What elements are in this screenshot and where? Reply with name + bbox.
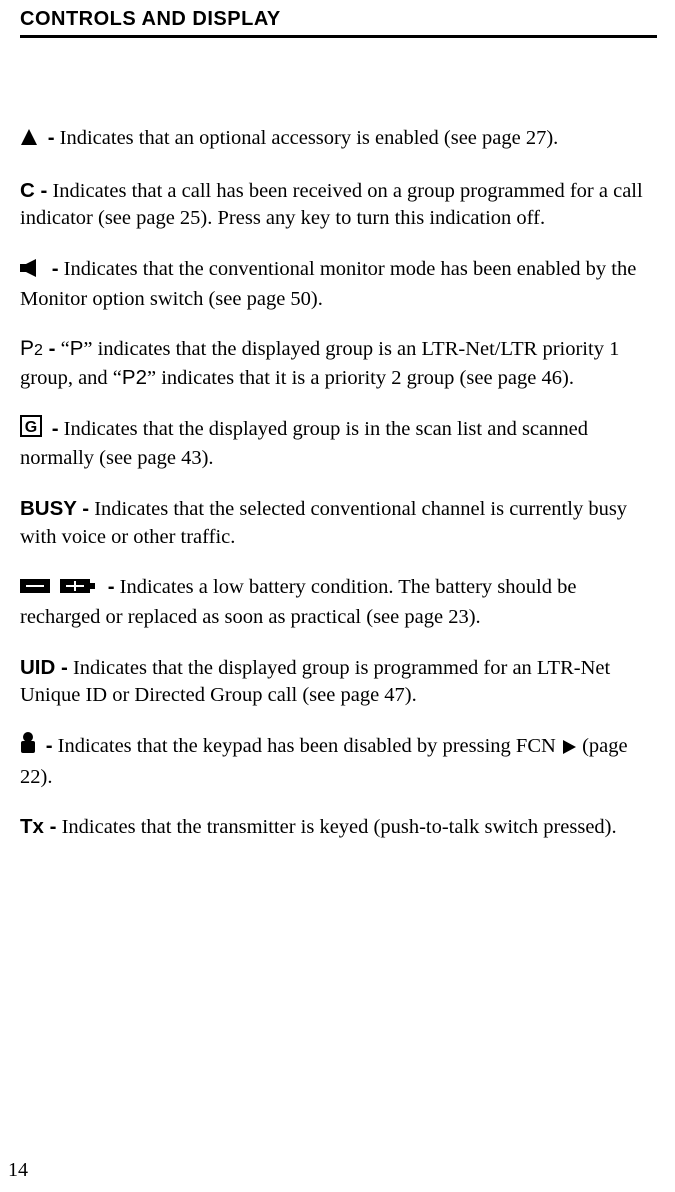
item-accessory: - Indicates that an optional accessory i…: [20, 124, 657, 155]
dash: -: [42, 126, 55, 149]
item-uid: UID - Indicates that the displayed group…: [20, 654, 657, 710]
content: - Indicates that an optional accessory i…: [20, 124, 657, 842]
p-inline-1: P: [70, 337, 84, 360]
c-lead: C -: [20, 179, 47, 202]
tx-lead: Tx -: [20, 815, 56, 838]
item-g: G - Indicates that the displayed group i…: [20, 415, 657, 473]
p2-t3: ” indicates that it is a priority 2 grou…: [147, 367, 574, 389]
p2-t1: “: [55, 338, 69, 360]
lock-t1: Indicates that the keypad has been disab…: [53, 735, 561, 757]
boxed-g-icon: G: [20, 415, 42, 446]
p-inline-2: P2: [122, 366, 147, 389]
busy-lead: BUSY -: [20, 497, 89, 520]
c-text: Indicates that a call has been received …: [20, 180, 643, 230]
battery-icon: [20, 576, 98, 604]
play-icon: [561, 738, 577, 760]
uid-lead: UID -: [20, 656, 68, 679]
accessory-text: Indicates that an optional accessory is …: [55, 127, 559, 149]
tx-text: Indicates that the transmitter is keyed …: [56, 816, 616, 838]
dash: -: [46, 257, 59, 280]
item-busy: BUSY - Indicates that the selected conve…: [20, 495, 657, 551]
speaker-icon: [20, 258, 42, 286]
section-title: CONTROLS AND DISPLAY: [20, 8, 657, 31]
triangle-icon: [20, 127, 38, 155]
uid-text: Indicates that the displayed group is pr…: [20, 657, 610, 707]
item-battery: - Indicates a low battery condition. The…: [20, 573, 657, 631]
item-lock: - Indicates that the keypad has been dis…: [20, 732, 657, 791]
item-speaker: - Indicates that the conventional monito…: [20, 255, 657, 313]
dash: -: [102, 575, 115, 598]
page: CONTROLS AND DISPLAY - Indicates that an…: [0, 0, 675, 1192]
item-p2: P2 - “P” indicates that the displayed gr…: [20, 335, 657, 392]
g-text: Indicates that the displayed group is in…: [20, 418, 588, 470]
svg-text:G: G: [25, 419, 37, 436]
dash: -: [40, 734, 53, 757]
p2-lead: P2: [20, 337, 43, 360]
speaker-text: Indicates that the conventional monitor …: [20, 258, 636, 310]
lock-icon: [20, 732, 36, 763]
busy-text: Indicates that the selected conventional…: [20, 498, 627, 548]
item-c: C - Indicates that a call has been recei…: [20, 177, 657, 233]
dash: -: [43, 337, 56, 360]
page-number: 14: [8, 1159, 28, 1182]
dash: -: [46, 417, 59, 440]
header-rule: [20, 35, 657, 38]
item-tx: Tx - Indicates that the transmitter is k…: [20, 813, 657, 842]
